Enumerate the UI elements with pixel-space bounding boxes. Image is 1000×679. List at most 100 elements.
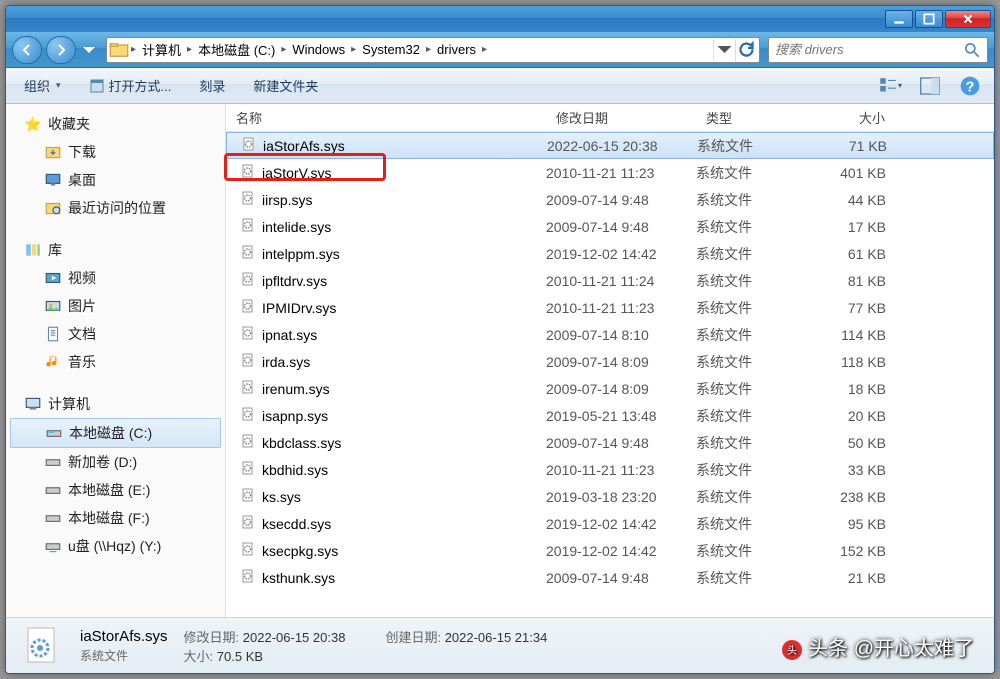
file-size: 50 KB — [816, 435, 916, 451]
col-type[interactable]: 类型 — [696, 108, 816, 127]
sidebar-item-d[interactable]: 新加卷 (D:) — [6, 448, 225, 476]
sidebar-item-pictures[interactable]: 图片 — [6, 292, 225, 320]
table-row[interactable]: ipnat.sys2009-07-14 8:10系统文件114 KB — [226, 321, 994, 348]
sidebar-item-desktop[interactable]: 桌面 — [6, 166, 225, 194]
table-row[interactable]: isapnp.sys2019-05-21 13:48系统文件20 KB — [226, 402, 994, 429]
crumb-sep[interactable]: ▸ — [349, 44, 358, 55]
file-size: 114 KB — [816, 327, 916, 343]
table-row[interactable]: ipfltdrv.sys2010-11-21 11:24系统文件81 KB — [226, 267, 994, 294]
file-size: 95 KB — [816, 516, 916, 532]
file-name: irenum.sys — [262, 381, 330, 397]
file-date: 2010-11-21 11:23 — [546, 165, 696, 181]
table-row[interactable]: intelppm.sys2019-12-02 14:42系统文件61 KB — [226, 240, 994, 267]
refresh-button[interactable] — [735, 39, 757, 61]
file-date: 2010-11-21 11:24 — [546, 273, 696, 289]
download-icon — [44, 143, 62, 161]
file-type: 系统文件 — [696, 568, 816, 588]
sysfile-icon — [240, 271, 256, 290]
nav-label: 本地磁盘 (C:) — [69, 423, 152, 443]
help-button[interactable]: ? — [958, 74, 982, 98]
col-name[interactable]: 名称 — [226, 108, 546, 127]
crumb-computer[interactable]: 计算机 — [138, 40, 185, 59]
file-date: 2009-07-14 9:48 — [546, 219, 696, 235]
table-row[interactable]: ks.sys2019-03-18 23:20系统文件238 KB — [226, 483, 994, 510]
crumb-windows[interactable]: Windows — [288, 42, 349, 57]
view-button[interactable]: ▾ — [878, 74, 902, 98]
file-name: iaStorAfs.sys — [263, 138, 345, 154]
preview-button[interactable] — [918, 74, 942, 98]
table-row[interactable]: ksthunk.sys2009-07-14 9:48系统文件21 KB — [226, 564, 994, 591]
table-row[interactable]: iaStorAfs.sys2022-06-15 20:38系统文件71 KB — [226, 132, 994, 159]
crumb-sep[interactable]: ▸ — [279, 44, 288, 55]
table-row[interactable]: IPMIDrv.sys2010-11-21 11:23系统文件77 KB — [226, 294, 994, 321]
sidebar-item-documents[interactable]: 文档 — [6, 320, 225, 348]
crumb-sep[interactable]: ▸ — [129, 44, 138, 55]
file-type: 系统文件 — [696, 352, 816, 372]
search-icon — [963, 41, 981, 59]
file-type: 系统文件 — [696, 379, 816, 399]
file-list[interactable]: iaStorAfs.sys2022-06-15 20:38系统文件71 KBia… — [226, 132, 994, 617]
maximize-button[interactable] — [915, 10, 943, 28]
file-size: 18 KB — [816, 381, 916, 397]
sysfile-icon — [240, 433, 256, 452]
sidebar-item-c[interactable]: 本地磁盘 (C:) — [10, 418, 221, 448]
table-row[interactable]: ksecdd.sys2019-12-02 14:42系统文件95 KB — [226, 510, 994, 537]
crumb-drivers[interactable]: drivers — [433, 42, 480, 57]
sidebar-item-recent[interactable]: 最近访问的位置 — [6, 194, 225, 222]
crumb-c[interactable]: 本地磁盘 (C:) — [194, 40, 279, 59]
nav-label: 本地磁盘 (E:) — [68, 480, 150, 500]
sidebar-item-netdrive[interactable]: u盘 (\\Hqz) (Y:) — [6, 532, 225, 560]
sidebar-item-e[interactable]: 本地磁盘 (E:) — [6, 476, 225, 504]
libraries-header[interactable]: 库 — [6, 236, 225, 264]
file-size: 17 KB — [816, 219, 916, 235]
table-row[interactable]: kbdclass.sys2009-07-14 9:48系统文件50 KB — [226, 429, 994, 456]
file-date: 2019-12-02 14:42 — [546, 543, 696, 559]
netdrive-icon — [44, 537, 62, 555]
newfolder-button[interactable]: 新建文件夹 — [247, 72, 324, 99]
crumb-sep[interactable]: ▸ — [185, 44, 194, 55]
table-row[interactable]: irda.sys2009-07-14 8:09系统文件118 KB — [226, 348, 994, 375]
col-date[interactable]: 修改日期 — [546, 108, 696, 127]
table-row[interactable]: iaStorV.sys2010-11-21 11:23系统文件401 KB — [226, 159, 994, 186]
openwith-icon — [89, 78, 105, 94]
burn-button[interactable]: 刻录 — [193, 72, 231, 99]
table-row[interactable]: kbdhid.sys2010-11-21 11:23系统文件33 KB — [226, 456, 994, 483]
search-input[interactable] — [775, 42, 963, 57]
nav-label: 桌面 — [68, 170, 96, 190]
sidebar-item-downloads[interactable]: 下载 — [6, 138, 225, 166]
forward-button[interactable] — [46, 36, 76, 64]
sysfile-icon — [240, 298, 256, 317]
drive-icon — [44, 509, 62, 527]
sidebar-item-music[interactable]: 音乐 — [6, 348, 225, 376]
addr-dropdown[interactable] — [713, 39, 735, 61]
sysfile-icon — [240, 406, 256, 425]
sysfile-icon — [240, 568, 256, 587]
sidebar-item-f[interactable]: 本地磁盘 (F:) — [6, 504, 225, 532]
libraries-label: 库 — [48, 240, 62, 260]
table-row[interactable]: irenum.sys2009-07-14 8:09系统文件18 KB — [226, 375, 994, 402]
organize-button[interactable]: 组织 — [18, 72, 67, 99]
history-dropdown[interactable] — [80, 38, 98, 62]
file-size: 401 KB — [816, 165, 916, 181]
col-size[interactable]: 大小 — [816, 108, 916, 127]
folder-icon — [109, 40, 129, 60]
close-button[interactable] — [945, 10, 991, 28]
sidebar-item-videos[interactable]: 视频 — [6, 264, 225, 292]
crumb-system32[interactable]: System32 — [358, 42, 424, 57]
back-button[interactable] — [12, 36, 42, 64]
minimize-button[interactable] — [885, 10, 913, 28]
openwith-button[interactable]: 打开方式... — [83, 72, 178, 99]
address-bar[interactable]: ▸ 计算机 ▸ 本地磁盘 (C:) ▸ Windows ▸ System32 ▸… — [106, 37, 760, 63]
table-row[interactable]: intelide.sys2009-07-14 9:48系统文件17 KB — [226, 213, 994, 240]
crumb-sep[interactable]: ▸ — [424, 44, 433, 55]
favorites-header[interactable]: ⭐收藏夹 — [6, 110, 225, 138]
file-type: 系统文件 — [696, 487, 816, 507]
computer-header[interactable]: 计算机 — [6, 390, 225, 418]
file-type: 系统文件 — [696, 325, 816, 345]
computer-label: 计算机 — [48, 394, 90, 414]
table-row[interactable]: ksecpkg.sys2019-12-02 14:42系统文件152 KB — [226, 537, 994, 564]
table-row[interactable]: iirsp.sys2009-07-14 9:48系统文件44 KB — [226, 186, 994, 213]
crumb-sep[interactable]: ▸ — [480, 44, 489, 55]
search-box[interactable] — [768, 37, 988, 63]
file-type: 系统文件 — [696, 298, 816, 318]
